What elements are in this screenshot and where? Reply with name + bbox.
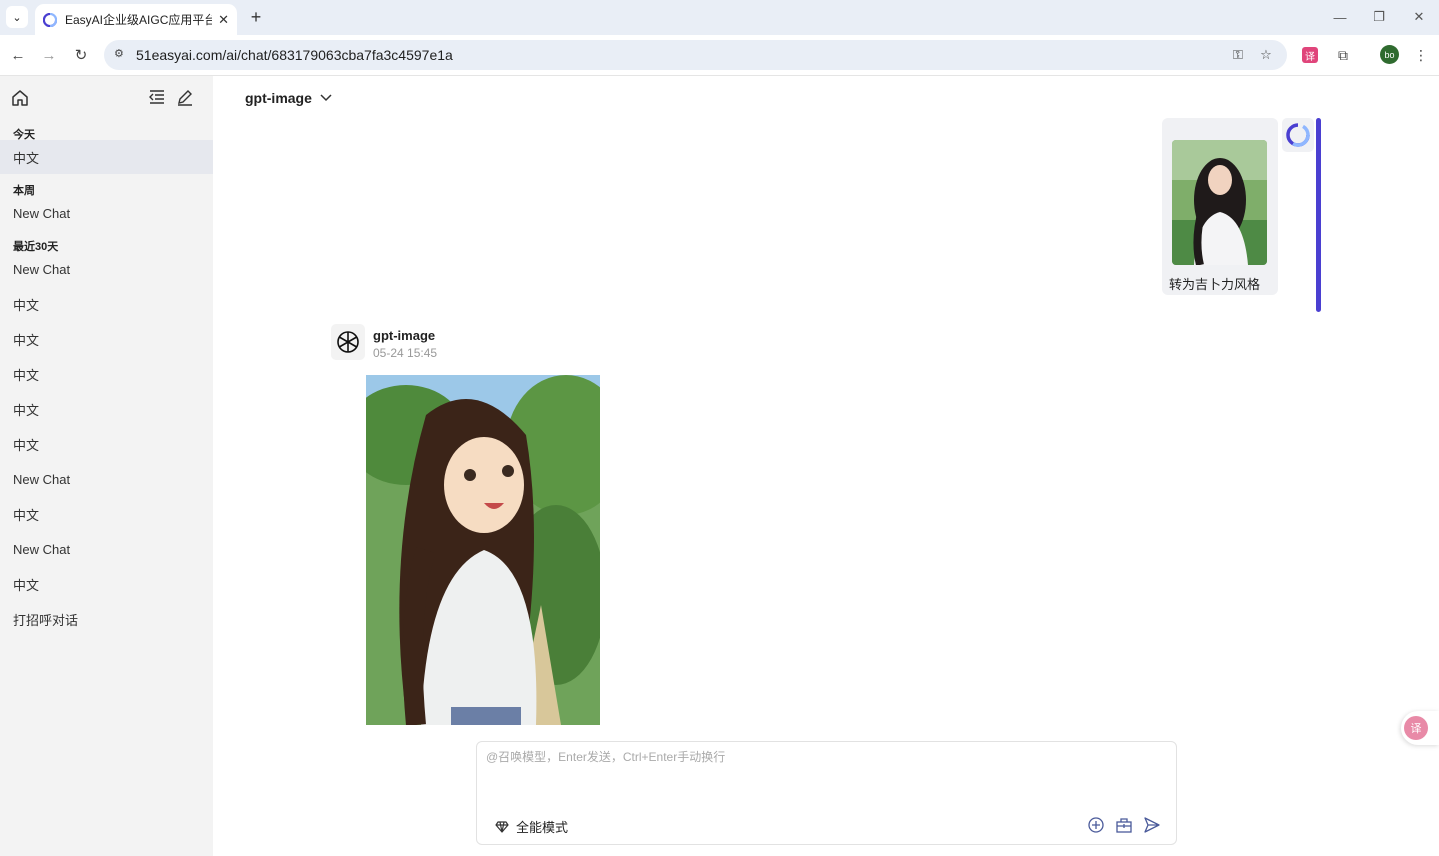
new-tab-button[interactable]: +: [246, 6, 266, 28]
bot-avatar: [331, 324, 365, 360]
chat-scrollbar[interactable]: [1316, 118, 1321, 312]
window-close-icon[interactable]: ✕: [1399, 6, 1439, 28]
mode-label: 全能模式: [516, 820, 569, 835]
sidebar: 今天 中文 本周 New Chat 最近30天 New Chat 中文 中文 中…: [0, 76, 213, 856]
user-avatar: [1282, 118, 1314, 152]
tab-close-icon[interactable]: ✕: [218, 12, 229, 28]
profile-avatar[interactable]: bo: [1380, 45, 1399, 64]
chevron-down-icon: [320, 94, 332, 102]
site-info-icon[interactable]: ⚙: [114, 47, 130, 63]
browser-menu-icon[interactable]: ⋮: [1410, 44, 1432, 66]
extensions-puzzle-icon[interactable]: ⧉: [1332, 44, 1354, 66]
chat-history-item[interactable]: New Chat: [0, 252, 213, 286]
forward-icon[interactable]: →: [37, 43, 61, 67]
chat-history-item[interactable]: 中文: [0, 357, 213, 391]
chat-history-item[interactable]: 中文: [0, 140, 213, 174]
bot-name: gpt-image: [373, 328, 436, 343]
back-icon[interactable]: ←: [6, 43, 30, 67]
translate-icon: 译: [1404, 716, 1428, 740]
address-bar[interactable]: ⚙ 51easyai.com/ai/chat/683179063cba7fa3c…: [104, 40, 1287, 70]
diamond-icon: [495, 820, 509, 833]
chat-history-item[interactable]: 中文: [0, 567, 213, 601]
chat-history-item[interactable]: New Chat: [0, 196, 213, 230]
browser-tab[interactable]: EasyAI企业级AIGC应用平台-轻 ✕: [35, 4, 237, 35]
chat-history-item[interactable]: New Chat: [0, 532, 213, 566]
user-uploaded-photo[interactable]: [1172, 140, 1267, 265]
model-selector[interactable]: gpt-image: [245, 90, 332, 106]
chat-history-item[interactable]: 中文: [0, 427, 213, 461]
chat-history-item[interactable]: 打招呼对话: [0, 602, 213, 636]
toolbox-icon[interactable]: [1115, 816, 1133, 834]
new-chat-edit-icon[interactable]: [176, 88, 194, 106]
chat-main: gpt-image 转为吉卜力风格 gpt-image 05-24 15:45 …: [213, 76, 1439, 856]
browser-toolbar: ← → ↻ ⚙ 51easyai.com/ai/chat/683179063cb…: [0, 35, 1439, 76]
model-name: gpt-image: [245, 90, 312, 106]
reload-icon[interactable]: ↻: [69, 43, 93, 67]
url-text: 51easyai.com/ai/chat/683179063cba7fa3c45…: [136, 47, 453, 63]
translate-extension-icon[interactable]: 译: [1299, 44, 1321, 66]
chat-history-item[interactable]: 中文: [0, 287, 213, 321]
chat-history-item[interactable]: 中文: [0, 392, 213, 426]
easyai-logo-icon: [1286, 123, 1310, 147]
chat-history-item[interactable]: 中文: [0, 322, 213, 356]
browser-tabstrip: ⌄ EasyAI企业级AIGC应用平台-轻 ✕ + — ❐ ✕: [0, 0, 1439, 35]
chat-history-item[interactable]: New Chat: [0, 462, 213, 496]
restore-icon[interactable]: ❐: [1359, 6, 1399, 28]
bot-timestamp: 05-24 15:45: [373, 346, 438, 360]
openai-logo-icon: [337, 331, 359, 353]
tab-title: EasyAI企业级AIGC应用平台-轻: [65, 13, 213, 27]
message-composer: 全能模式: [476, 741, 1177, 845]
floating-translate-button[interactable]: 译: [1401, 711, 1439, 745]
bookmark-star-icon[interactable]: ☆: [1257, 46, 1275, 64]
home-icon[interactable]: [10, 88, 30, 108]
user-message-bubble: 转为吉卜力风格: [1162, 118, 1278, 295]
user-message-text: 转为吉卜力风格: [1169, 277, 1261, 292]
collapse-sidebar-icon[interactable]: [148, 88, 166, 106]
add-attachment-icon[interactable]: [1087, 816, 1105, 834]
minimize-icon[interactable]: —: [1320, 6, 1360, 28]
tab-search-chevron-icon[interactable]: ⌄: [6, 6, 28, 28]
message-input[interactable]: [486, 748, 1166, 798]
chat-history-item[interactable]: 中文: [0, 497, 213, 531]
generated-ghibli-image[interactable]: [366, 375, 600, 725]
mode-selector-button[interactable]: 全能模式: [495, 817, 568, 836]
password-key-icon[interactable]: ⚿: [1229, 46, 1247, 64]
send-icon[interactable]: [1143, 816, 1161, 834]
easyai-favicon-icon: [43, 12, 57, 27]
